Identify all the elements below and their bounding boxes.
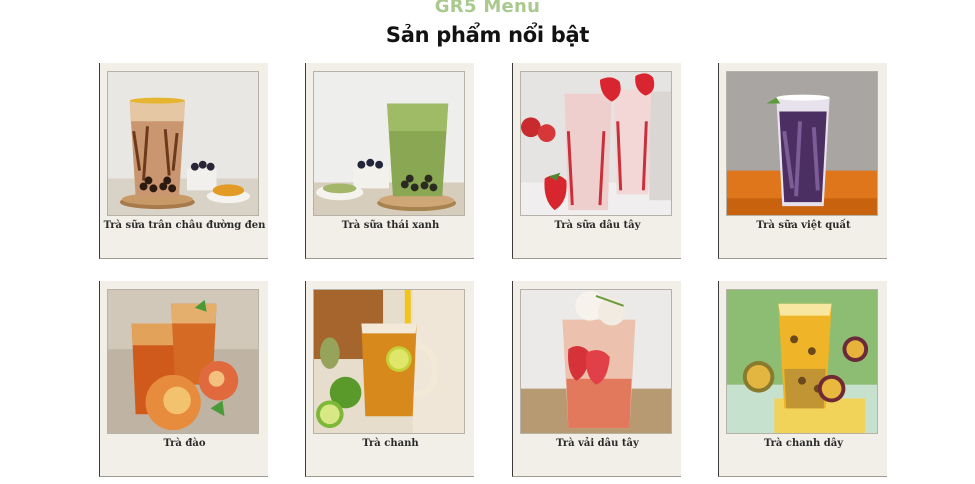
product-name[interactable]: Trà sữa dâu tây: [513, 220, 682, 231]
strawberry-milk-tea-photo: [520, 71, 672, 216]
peach-tea-photo: [107, 289, 259, 434]
product-name[interactable]: Trà đào: [100, 438, 269, 449]
product-name[interactable]: Trà sữa thái xanh: [306, 220, 475, 231]
product-name[interactable]: Trà vải dâu tây: [513, 438, 682, 449]
passion-fruit-tea-photo: [726, 289, 878, 434]
brand-title: GR5 Menu: [434, 0, 541, 17]
product-card[interactable]: Trà sữa trân châu đường đen: [99, 63, 268, 259]
product-card[interactable]: Trà chanh: [305, 281, 474, 477]
product-name[interactable]: Trà chanh: [306, 438, 475, 449]
product-card[interactable]: Trà sữa dâu tây: [512, 63, 681, 259]
lemon-tea-photo: [313, 289, 465, 434]
product-name[interactable]: Trà sữa trân châu đường đen: [100, 220, 269, 231]
product-card[interactable]: Trà chanh dây: [718, 281, 887, 477]
lychee-strawberry-tea-photo: [520, 289, 672, 434]
product-card[interactable]: Trà đào: [99, 281, 268, 477]
product-card[interactable]: Trà vải dâu tây: [512, 281, 681, 477]
product-name[interactable]: Trà chanh dây: [719, 438, 888, 449]
green-thai-milk-tea-photo: [313, 71, 465, 216]
product-card[interactable]: Trà sữa thái xanh: [305, 63, 474, 259]
blueberry-milk-tea-photo: [726, 71, 878, 216]
brown-sugar-boba-tea-photo: [107, 71, 259, 216]
section-heading: Sản phẩm nổi bật: [385, 23, 590, 47]
product-card[interactable]: Trà sữa việt quất: [718, 63, 887, 259]
product-name[interactable]: Trà sữa việt quất: [719, 220, 888, 231]
